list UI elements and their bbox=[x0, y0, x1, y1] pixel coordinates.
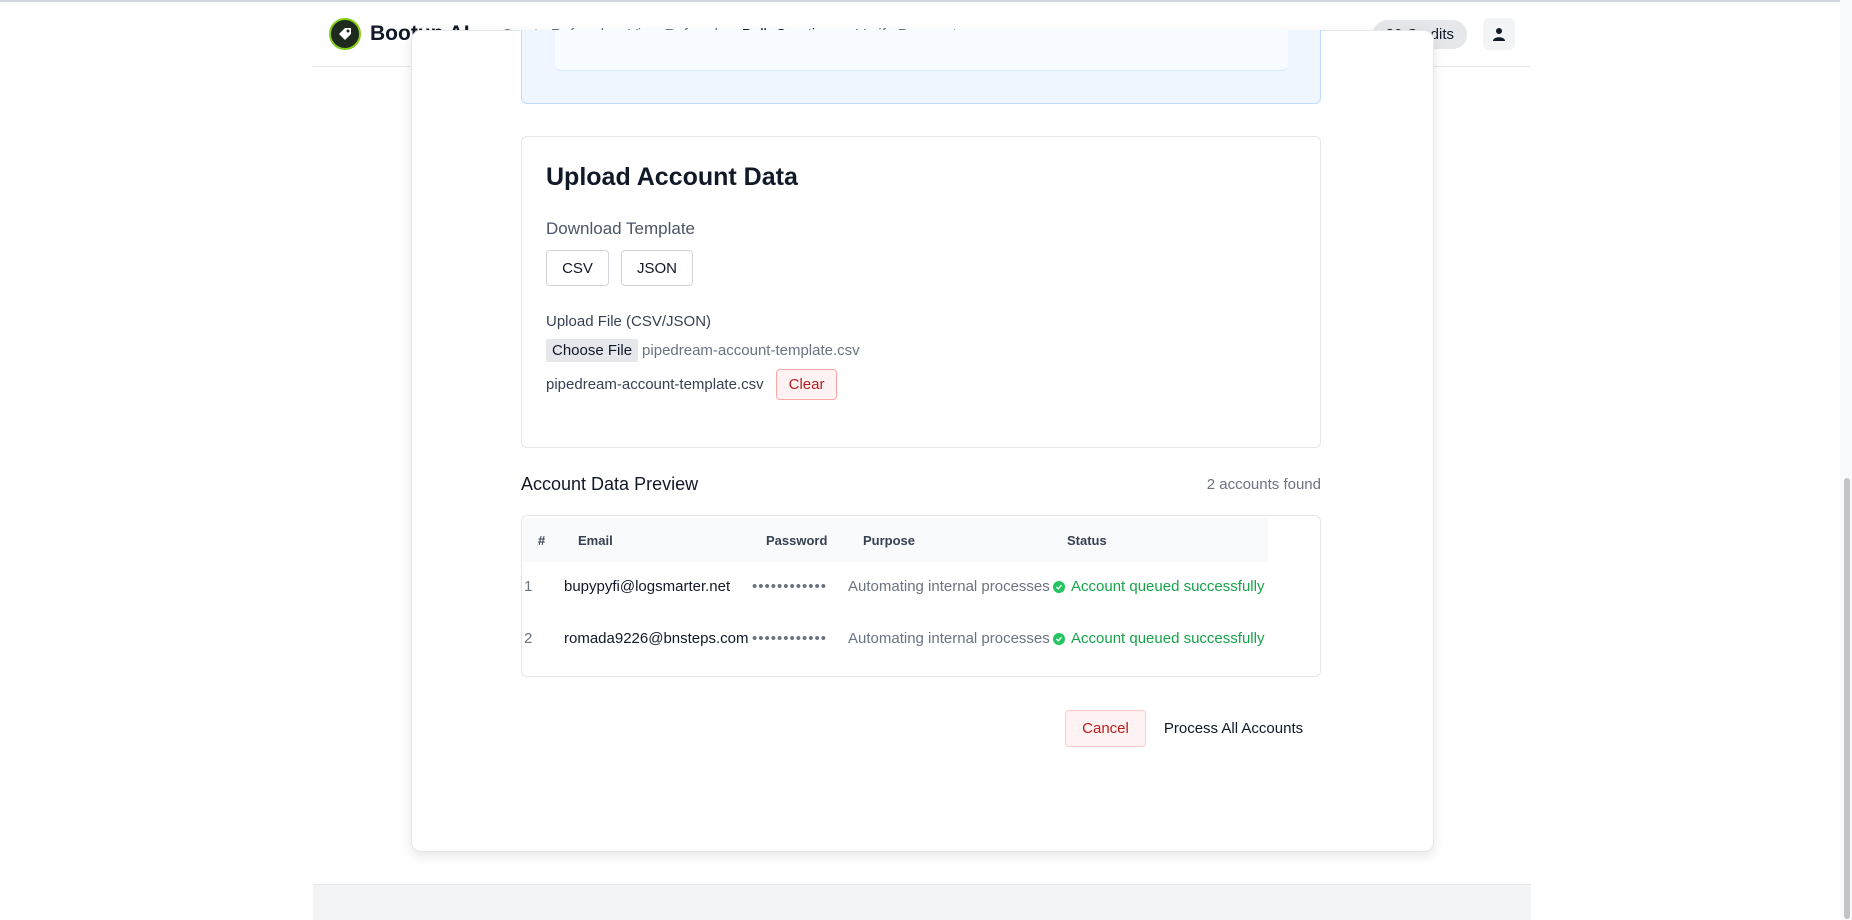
selected-file-name: pipedream-account-template.csv bbox=[546, 376, 764, 393]
scrollbar-thumb[interactable] bbox=[1844, 478, 1850, 919]
user-menu-button[interactable] bbox=[1483, 18, 1515, 50]
download-json-button[interactable]: JSON bbox=[621, 250, 693, 286]
row-email: romada9226@bnsteps.com bbox=[564, 630, 749, 647]
row-password: •••••••••••• bbox=[752, 578, 828, 595]
upload-section: Upload Account Data Download Template CS… bbox=[521, 136, 1321, 448]
upload-file-label: Upload File (CSV/JSON) bbox=[546, 313, 712, 330]
table-row: 1 bupypyfi@logsmarter.net •••••••••••• A… bbox=[522, 562, 1282, 614]
upload-title: Upload Account Data bbox=[546, 163, 798, 191]
file-input[interactable]: Choose File pipedream-account-template.c… bbox=[546, 339, 860, 362]
header-purpose: Purpose bbox=[863, 533, 916, 548]
header-num: # bbox=[538, 533, 546, 548]
chosen-file-name: pipedream-account-template.csv bbox=[642, 342, 860, 359]
cancel-button[interactable]: Cancel bbox=[1065, 710, 1146, 747]
accounts-count: 2 accounts found bbox=[1206, 476, 1321, 493]
row-status-text: Account queued successfully bbox=[1071, 630, 1265, 647]
user-icon bbox=[1493, 28, 1505, 41]
row-status: Account queued successfully bbox=[1053, 578, 1264, 595]
preview-title: Account Data Preview bbox=[521, 474, 699, 494]
row-purpose: Automating internal processes bbox=[848, 578, 1050, 595]
download-csv-button[interactable]: CSV bbox=[546, 250, 609, 286]
table-row: 2 romada9226@bnsteps.com •••••••••••• Au… bbox=[522, 614, 1282, 666]
check-circle-icon bbox=[1053, 580, 1065, 593]
row-status-text: Account queued successfully bbox=[1071, 578, 1265, 595]
row-email: bupypyfi@logsmarter.net bbox=[564, 578, 731, 595]
check-circle-icon bbox=[1053, 632, 1065, 645]
download-template-label: Download Template bbox=[546, 219, 695, 238]
info-panel bbox=[521, 30, 1321, 104]
process-all-accounts-button[interactable]: Process All Accounts bbox=[1146, 710, 1321, 747]
selected-file-row: pipedream-account-template.csv Clear bbox=[546, 369, 838, 400]
header-password: Password bbox=[766, 533, 828, 548]
row-password: •••••••••••• bbox=[752, 630, 828, 647]
row-purpose: Automating internal processes bbox=[848, 630, 1050, 647]
footer bbox=[313, 884, 1531, 920]
header-email: Email bbox=[578, 533, 613, 548]
brand-logo-icon bbox=[329, 18, 361, 50]
row-number: 1 bbox=[524, 578, 533, 595]
table-header: # Email Password Purpose Status bbox=[522, 518, 1268, 562]
info-panel-inner bbox=[555, 30, 1288, 71]
clear-file-button[interactable]: Clear bbox=[775, 369, 838, 400]
choose-file-button[interactable]: Choose File bbox=[546, 339, 639, 362]
header-status: Status bbox=[1067, 533, 1107, 548]
row-status: Account queued successfully bbox=[1053, 630, 1264, 647]
row-number: 2 bbox=[524, 630, 533, 647]
accounts-table: # Email Password Purpose Status 1 bupypy… bbox=[521, 515, 1321, 677]
